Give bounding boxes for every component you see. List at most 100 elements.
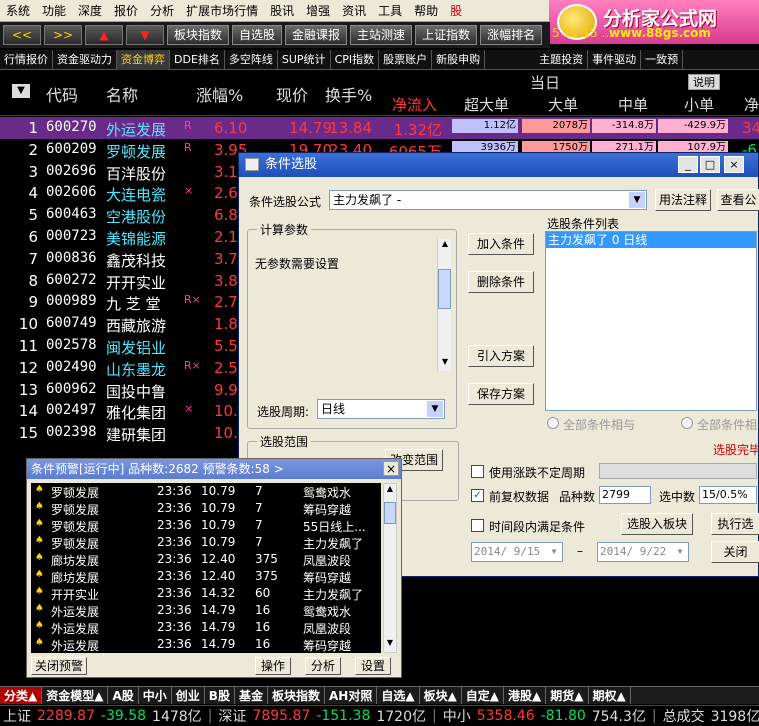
menu-function[interactable]: 功能: [36, 2, 72, 19]
scroll-down-button[interactable]: ▼: [126, 25, 164, 45]
view-formula-button[interactable]: 查看公: [717, 189, 759, 211]
tab-event-driven[interactable]: 事件驱动: [588, 49, 642, 70]
tab-theme-invest[interactable]: 主题投资: [535, 49, 589, 70]
alert-row[interactable]: ♠ 廊坊发展 23:36 12.40 375 凤凰波段: [31, 551, 381, 568]
col-medium[interactable]: 中单: [618, 94, 648, 115]
menu-analysis[interactable]: 分析: [144, 2, 180, 19]
time-range-checkbox[interactable]: [471, 519, 484, 532]
scrollbar-thumb[interactable]: [438, 269, 451, 309]
sh-index-button[interactable]: 上证指数: [415, 25, 478, 45]
menu-quote[interactable]: 报价: [108, 2, 144, 19]
menu-info[interactable]: 资讯: [336, 2, 372, 19]
chevron-down-icon[interactable]: ▼: [629, 192, 645, 208]
import-plan-button[interactable]: 引入方案: [468, 345, 534, 367]
chevron-down-icon[interactable]: ▼: [438, 357, 452, 371]
chevron-down-icon[interactable]: ▼: [427, 401, 443, 417]
formula-select[interactable]: 主力发飙了 - ▼: [329, 190, 647, 210]
execute-select-button[interactable]: 执行选: [711, 513, 759, 535]
tab-dde-rank[interactable]: DDE排名: [170, 49, 225, 70]
category-tab[interactable]: 期货▲: [546, 687, 589, 704]
menu-depth[interactable]: 深度: [72, 2, 108, 19]
tab-fund-game[interactable]: 资金博弈: [117, 49, 170, 70]
category-tab[interactable]: 板块▲: [420, 687, 462, 704]
tab-long-short[interactable]: 多空阵线: [225, 49, 278, 70]
tab-cpi-index[interactable]: CPI指数: [331, 49, 380, 70]
maximize-icon[interactable]: □: [700, 156, 720, 173]
menu-enhance[interactable]: 增强: [300, 2, 336, 19]
category-tab[interactable]: 港股▲: [504, 687, 547, 704]
date-to-field[interactable]: 2014/ 9/22 ▼: [597, 542, 689, 562]
col-code[interactable]: 代码: [46, 82, 78, 106]
category-tab[interactable]: 资金模型▲: [42, 687, 109, 704]
gain-rank-button[interactable]: 涨幅排名: [480, 25, 543, 45]
chevron-up-icon[interactable]: ▲: [384, 484, 396, 498]
pre-return-checkbox[interactable]: ✓: [471, 489, 484, 502]
col-net-more[interactable]: 净: [744, 94, 759, 115]
watchlist-button[interactable]: 自选股: [232, 25, 283, 45]
alert-list[interactable]: ♠ 罗顿发展 23:36 10.79 7 鸳鸯戏水 ♠ 罗顿发展 23:36 10.79 7 筹码穿越…: [31, 483, 381, 653]
close-dialog-button[interactable]: 关闭: [711, 541, 759, 563]
alert-row[interactable]: ♠ 罗顿发展 23:36 10.79 7 55日线上...: [31, 517, 381, 534]
tab-stock-account[interactable]: 股票账户: [379, 49, 433, 70]
scroll-up-button[interactable]: ▲: [85, 25, 123, 45]
alert-row[interactable]: ♠ 开开实业 23:36 14.32 60 主力发飙了: [31, 585, 381, 602]
menu-tools[interactable]: 工具: [372, 2, 408, 19]
col-change[interactable]: 涨幅%: [196, 82, 243, 106]
col-turnover[interactable]: 换手%: [325, 82, 372, 106]
col-small[interactable]: 小单: [684, 94, 714, 115]
col-name[interactable]: 名称: [106, 82, 138, 106]
category-tab[interactable]: 分类▲: [0, 687, 43, 704]
alert-scrollbar[interactable]: ▲ ▼: [383, 483, 397, 653]
condition-list[interactable]: 主力发飙了 0 日线: [545, 231, 757, 411]
chevron-up-icon[interactable]: ▲: [438, 239, 452, 253]
condition-item[interactable]: 主力发飙了 0 日线: [546, 232, 756, 248]
explain-button[interactable]: 说明: [688, 74, 720, 90]
category-tab[interactable]: B股: [205, 687, 235, 704]
col-super-large[interactable]: 超大单: [464, 94, 509, 115]
usage-notes-button[interactable]: 用法注释: [655, 189, 711, 211]
category-tab[interactable]: 板块指数: [268, 687, 325, 704]
date-from-field[interactable]: 2014/ 9/15 ▼: [471, 542, 563, 562]
alert-title-bar[interactable]: 条件预警[运行中] 品种数:2682 预警条数:58 > ×: [27, 459, 401, 479]
menu-extended-market[interactable]: 扩展市场行情: [180, 2, 264, 19]
radio-all-or[interactable]: [681, 417, 693, 429]
alert-row[interactable]: ♠ 罗顿发展 23:36 10.79 7 主力发飙了: [31, 534, 381, 551]
chevron-down-icon[interactable]: ▼: [384, 638, 396, 652]
server-speed-button[interactable]: 主站测速: [350, 25, 413, 45]
tab-ipo[interactable]: 新股申购: [432, 49, 486, 70]
dialog-title-bar[interactable]: 条件选股 _ □ ×: [239, 153, 758, 177]
minimize-icon[interactable]: _: [678, 156, 698, 173]
category-tab[interactable]: 中小: [139, 687, 172, 704]
category-tab[interactable]: 自定▲: [462, 687, 505, 704]
category-tab[interactable]: 期权▲: [589, 687, 631, 704]
table-row[interactable]: 1 600270 外运发展 R 6.10 14.79 13.84 1.32亿 1.12亿 2078…: [0, 117, 759, 139]
alert-settings-button[interactable]: 设置: [355, 657, 391, 675]
tab-consensus[interactable]: 一致预: [641, 49, 684, 70]
alert-row[interactable]: ♠ 外运发展 23:36 14.79 16 筹码穿越: [31, 636, 381, 653]
alert-row[interactable]: ♠ 廊坊发展 23:36 12.40 375 筹码穿越: [31, 568, 381, 585]
chevron-down-icon[interactable]: ▼: [547, 544, 561, 560]
alert-analyze-button[interactable]: 分析: [305, 657, 341, 675]
col-price[interactable]: 现价: [276, 82, 308, 106]
next-page-button[interactable]: >>: [44, 25, 82, 45]
alert-row[interactable]: ♠ 外运发展 23:36 14.79 16 鸳鸯戏水: [31, 602, 381, 619]
category-tab[interactable]: AH对照: [325, 687, 378, 704]
menu-system[interactable]: 系统: [0, 2, 36, 19]
menu-stock[interactable]: 股: [444, 2, 468, 19]
col-net-inflow[interactable]: 净流入: [392, 94, 437, 115]
radio-all-and[interactable]: [547, 417, 559, 429]
add-condition-button[interactable]: 加入条件: [468, 233, 534, 255]
category-tab[interactable]: 创业: [172, 687, 205, 704]
menu-stock-news[interactable]: 股讯: [264, 2, 300, 19]
close-icon[interactable]: ×: [383, 461, 399, 476]
col-large[interactable]: 大单: [548, 94, 578, 115]
delete-condition-button[interactable]: 删除条件: [468, 271, 534, 293]
to-block-button[interactable]: 选股入板块: [621, 513, 693, 535]
tab-sup-stats[interactable]: SUP统计: [278, 49, 331, 70]
sort-dropdown-icon[interactable]: ▼: [12, 84, 30, 98]
alert-row[interactable]: ♠ 外运发展 23:36 14.79 16 凤凰波段: [31, 619, 381, 636]
close-alert-button[interactable]: 关闭预警: [31, 657, 87, 675]
params-scrollbar[interactable]: ▲ ▼: [437, 239, 451, 371]
block-index-button[interactable]: 板块指数: [167, 25, 230, 45]
tab-quotes[interactable]: 行情报价: [0, 49, 53, 70]
